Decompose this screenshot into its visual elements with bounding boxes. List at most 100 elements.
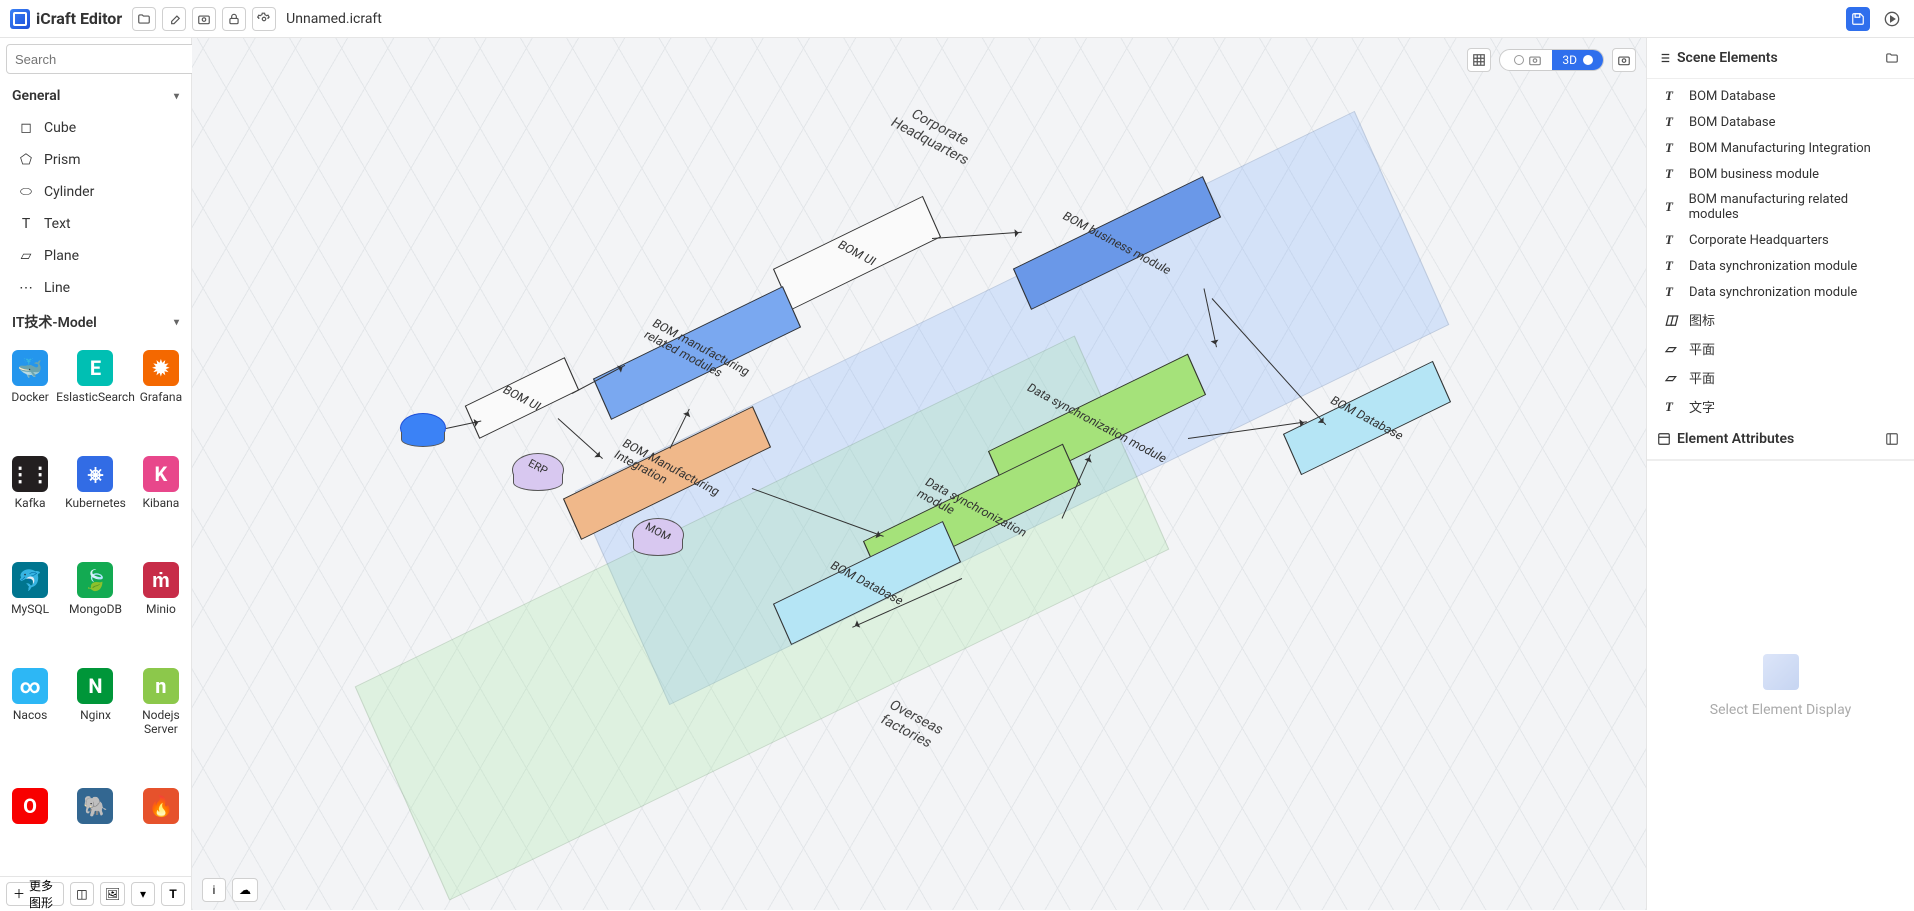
block-bom-ui-hq[interactable]: BOM UI xyxy=(782,228,932,278)
view-2d-button[interactable] xyxy=(1500,50,1552,70)
model-item-nginx[interactable]: NNginx xyxy=(56,664,135,778)
cyl-mom[interactable]: MOM xyxy=(632,518,684,552)
mode-3d-label: 3D xyxy=(1562,53,1577,67)
attr-expand-button[interactable] xyxy=(1880,427,1904,451)
model-label: Kubernetes xyxy=(65,496,126,510)
model-item-nacos[interactable]: ∞Nacos xyxy=(6,664,54,778)
add-shape-button[interactable]: ＋ 更多图形 xyxy=(6,882,64,906)
element-type-icon: ▱ xyxy=(1665,370,1679,386)
element-label: 图标 xyxy=(1689,310,1715,329)
model-item-k8s[interactable]: ⎈ Kubernetes xyxy=(56,452,135,552)
shape-item-cylinder[interactable]: ⬭Cylinder xyxy=(0,176,191,208)
block-data-sync-ov[interactable]: Data synchronization module xyxy=(872,488,1072,538)
model-item-docker[interactable]: 🐳Docker xyxy=(6,346,54,446)
element-attributes-header: Element Attributes xyxy=(1647,419,1914,460)
canvas-area[interactable]: 3D i ☁ Corporate Headquarters Overseas f… xyxy=(192,38,1646,910)
model-item-elastic[interactable]: EEslasticSearch xyxy=(56,346,135,446)
model-item-mysql[interactable]: 🐬MySQL xyxy=(6,558,54,658)
scene-element-row[interactable]: TBOM Database xyxy=(1647,109,1914,135)
model-item-kibana[interactable]: KKibana xyxy=(137,452,185,552)
model-item-mongo[interactable]: 🍃MongoDB xyxy=(56,558,135,658)
block-bom-mfg-related[interactable]: BOM manufacturing related modules xyxy=(602,328,792,378)
info-button[interactable]: i xyxy=(202,878,226,902)
minio-icon: ṁ xyxy=(143,562,179,598)
element-attributes-empty: Select Element Display xyxy=(1647,460,1914,910)
text-tool-button[interactable]: T xyxy=(161,882,185,906)
dropdown-button[interactable]: ▾ xyxy=(131,882,155,906)
model-label: MongoDB xyxy=(69,602,122,616)
model-item-minio[interactable]: ṁMinio xyxy=(137,558,185,658)
prom-icon: 🔥 xyxy=(143,788,179,824)
left-bottom-bar: ＋ 更多图形 ◫ 🖼 ▾ T xyxy=(0,876,191,910)
block-data-sync-hq[interactable]: Data synchronization module xyxy=(997,398,1197,448)
shape-item-plane[interactable]: ▱ Plane xyxy=(0,240,191,272)
oracle-icon: O xyxy=(12,788,48,824)
left-panel: General ▾ ◻Cube ⬠ Prism ⬭CylinderTText ▱ Plan… xyxy=(0,38,192,910)
search-input[interactable] xyxy=(6,44,200,74)
block-bom-db-hq[interactable]: BOM Database xyxy=(1292,393,1442,443)
scene-element-row[interactable]: T文字 xyxy=(1647,392,1914,419)
model-item-oracle[interactable]: O xyxy=(6,784,54,870)
cyl-erp[interactable]: ERP xyxy=(512,453,564,487)
scene-element-row[interactable]: ▱平面 xyxy=(1647,363,1914,392)
model-item-nodejs[interactable]: nNodejs Server xyxy=(137,664,185,778)
scene-element-row[interactable]: TBOM Database xyxy=(1647,83,1914,109)
element-type-icon: ◫ xyxy=(1665,312,1679,328)
shape-item-prism[interactable]: ⬠ Prism xyxy=(0,144,191,176)
layers-button[interactable]: ☁ xyxy=(232,878,258,902)
plane-icon: ▱ xyxy=(18,248,34,264)
cube-tool-button[interactable]: ◫ xyxy=(70,882,94,906)
shape-label: Prism xyxy=(44,152,80,168)
scene-element-row[interactable]: TData synchronization module xyxy=(1647,279,1914,305)
scene-element-row[interactable]: TCorporate Headquarters xyxy=(1647,227,1914,253)
play-button[interactable] xyxy=(1880,7,1904,31)
scene-element-row[interactable]: ◫ 图标 xyxy=(1647,305,1914,334)
cyl-ext-icon[interactable] xyxy=(400,413,446,443)
model-label: Nginx xyxy=(80,708,111,722)
element-label: 平面 xyxy=(1689,339,1715,358)
k8s-icon: ⎈ xyxy=(77,456,113,492)
element-label: Data synchronization module xyxy=(1689,259,1857,274)
shape-label: Plane xyxy=(44,248,79,264)
chevron-down-icon: ▾ xyxy=(174,91,179,102)
grid-toggle-button[interactable] xyxy=(1467,48,1491,72)
edit-button[interactable] xyxy=(162,7,186,31)
camera-button[interactable] xyxy=(1612,48,1636,72)
diagram-scene[interactable]: Corporate Headquarters Overseas factorie… xyxy=(192,38,1646,910)
settings-button[interactable] xyxy=(252,7,276,31)
model-item-pg[interactable]: 🐘 xyxy=(56,784,135,870)
scene-element-row[interactable]: TBOM business module xyxy=(1647,161,1914,187)
model-label: Nacos xyxy=(13,708,47,722)
section-general-header[interactable]: General ▾ xyxy=(0,80,191,112)
model-item-prom[interactable]: 🔥 xyxy=(137,784,185,870)
image-tool-button[interactable]: 🖼 xyxy=(100,882,125,906)
scene-element-row[interactable]: TBOM Manufacturing Integration xyxy=(1647,135,1914,161)
cylinder-icon: ⬭ xyxy=(18,184,34,200)
block-bom-business[interactable]: BOM business module xyxy=(1022,218,1212,268)
model-label: EslasticSearch xyxy=(56,390,135,404)
scene-element-row[interactable]: TData synchronization module xyxy=(1647,253,1914,279)
view-3d-button[interactable]: 3D xyxy=(1552,50,1603,70)
section-itmodel-header[interactable]: IT技术-Model ▾ xyxy=(0,304,191,340)
model-item-kafka[interactable]: ⋮⋮Kafka xyxy=(6,452,54,552)
shape-item-cube[interactable]: ◻Cube xyxy=(0,112,191,144)
lock-button[interactable] xyxy=(222,7,246,31)
screenshot-button[interactable] xyxy=(192,7,216,31)
prism-icon: ⬠ xyxy=(18,152,34,168)
shape-item-text[interactable]: TText xyxy=(0,208,191,240)
block-bom-db-ov[interactable]: BOM Database xyxy=(782,558,952,608)
filename-label: Unnamed.icraft xyxy=(286,11,382,27)
cyl-label: MOM xyxy=(643,520,673,544)
block-bom-ui-ov[interactable]: BOM UI xyxy=(472,378,572,418)
logo-icon xyxy=(10,9,30,29)
model-item-grafana[interactable]: ✹Grafana xyxy=(137,346,185,446)
shape-item-line[interactable]: ⋯Line xyxy=(0,272,191,304)
save-button[interactable] xyxy=(1846,7,1870,31)
scene-element-row[interactable]: TBOM manufacturing related modules xyxy=(1647,187,1914,227)
scene-element-row[interactable]: ▱平面 xyxy=(1647,334,1914,363)
shape-label: Cube xyxy=(44,120,76,136)
scene-folder-button[interactable] xyxy=(1880,46,1904,70)
open-file-button[interactable] xyxy=(132,7,156,31)
model-label: Docker xyxy=(11,390,48,404)
model-label: MySQL xyxy=(11,602,49,616)
